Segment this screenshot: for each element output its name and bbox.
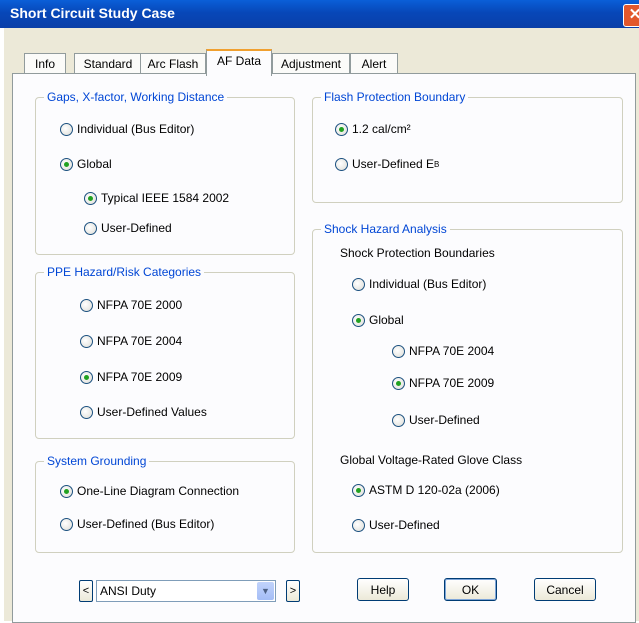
radio-icon xyxy=(80,334,93,348)
chevron-down-icon[interactable]: ▼ xyxy=(257,582,274,600)
shock-user-defined-radio[interactable]: User-Defined xyxy=(392,413,480,427)
flash-group: Flash Protection Boundary xyxy=(312,90,623,203)
radio-icon xyxy=(80,405,93,419)
ppe-user-defined-radio[interactable]: User-Defined Values xyxy=(80,405,207,419)
radio-icon xyxy=(60,122,73,136)
previous-button[interactable]: < xyxy=(79,580,93,602)
radio-icon xyxy=(60,517,73,531)
radio-selected-icon xyxy=(335,122,348,136)
glove-user-defined-radio[interactable]: User-Defined xyxy=(352,518,440,532)
help-button[interactable]: Help xyxy=(357,578,409,601)
tab-af-data[interactable]: AF Data xyxy=(206,49,272,76)
radio-selected-icon xyxy=(392,376,405,390)
flash-12cal-radio[interactable]: 1.2 cal/cm² xyxy=(335,122,411,136)
flash-user-defined-radio[interactable]: User-Defined EB xyxy=(335,157,439,171)
glove-astm-radio[interactable]: ASTM D 120-02a (2006) xyxy=(352,483,500,497)
ppe-nfpa2000-radio[interactable]: NFPA 70E 2000 xyxy=(80,298,182,312)
close-button[interactable]: ✕ xyxy=(623,4,639,27)
gaps-individual-radio[interactable]: Individual (Bus Editor) xyxy=(60,122,194,136)
radio-selected-icon xyxy=(60,157,73,171)
tab-info[interactable]: Info xyxy=(24,53,66,74)
radio-icon xyxy=(352,518,365,532)
window-title: Short Circuit Study Case xyxy=(10,5,175,21)
radio-icon xyxy=(392,413,405,427)
ok-button[interactable]: OK xyxy=(444,578,497,601)
gaps-legend: Gaps, X-factor, Working Distance xyxy=(44,90,228,104)
study-case-value: ANSI Duty xyxy=(100,584,157,598)
grounding-group: System Grounding xyxy=(35,454,295,553)
radio-icon xyxy=(352,277,365,291)
grounding-user-defined-radio[interactable]: User-Defined (Bus Editor) xyxy=(60,517,214,531)
shock-individual-radio[interactable]: Individual (Bus Editor) xyxy=(352,277,486,291)
shock-nfpa2004-radio[interactable]: NFPA 70E 2004 xyxy=(392,344,494,358)
cancel-button[interactable]: Cancel xyxy=(534,578,596,601)
flash-legend: Flash Protection Boundary xyxy=(321,90,469,104)
shock-global-radio[interactable]: Global xyxy=(352,313,404,327)
title-bar[interactable]: Short Circuit Study Case ✕ xyxy=(0,0,639,28)
radio-icon xyxy=(392,344,405,358)
ppe-nfpa2004-radio[interactable]: NFPA 70E 2004 xyxy=(80,334,182,348)
next-button[interactable]: > xyxy=(286,580,300,602)
radio-selected-icon xyxy=(352,313,365,327)
radio-selected-icon xyxy=(80,370,93,384)
tab-standard[interactable]: Standard xyxy=(74,53,142,74)
radio-icon xyxy=(335,157,348,171)
radio-icon xyxy=(80,298,93,312)
tab-alert[interactable]: Alert xyxy=(350,53,398,74)
tab-adjustment[interactable]: Adjustment xyxy=(272,53,350,74)
study-case-combo[interactable]: ANSI Duty ▼ xyxy=(96,580,276,602)
gaps-global-radio[interactable]: Global xyxy=(60,157,112,171)
radio-selected-icon xyxy=(84,191,97,205)
radio-selected-icon xyxy=(60,484,73,498)
radio-selected-icon xyxy=(352,483,365,497)
ppe-legend: PPE Hazard/Risk Categories xyxy=(44,265,205,279)
shock-nfpa2009-radio[interactable]: NFPA 70E 2009 xyxy=(392,376,494,390)
ppe-nfpa2009-radio[interactable]: NFPA 70E 2009 xyxy=(80,370,182,384)
grounding-one-line-radio[interactable]: One-Line Diagram Connection xyxy=(60,484,239,498)
shock-legend: Shock Hazard Analysis xyxy=(321,222,450,236)
gaps-typical-radio[interactable]: Typical IEEE 1584 2002 xyxy=(84,191,229,205)
glove-class-label: Global Voltage-Rated Glove Class xyxy=(340,453,523,467)
grounding-legend: System Grounding xyxy=(44,454,150,468)
tab-arc-flash[interactable]: Arc Flash xyxy=(140,53,206,74)
gaps-user-defined-radio[interactable]: User-Defined xyxy=(84,221,172,235)
shock-boundaries-label: Shock Protection Boundaries xyxy=(340,246,495,260)
radio-icon xyxy=(84,221,97,235)
